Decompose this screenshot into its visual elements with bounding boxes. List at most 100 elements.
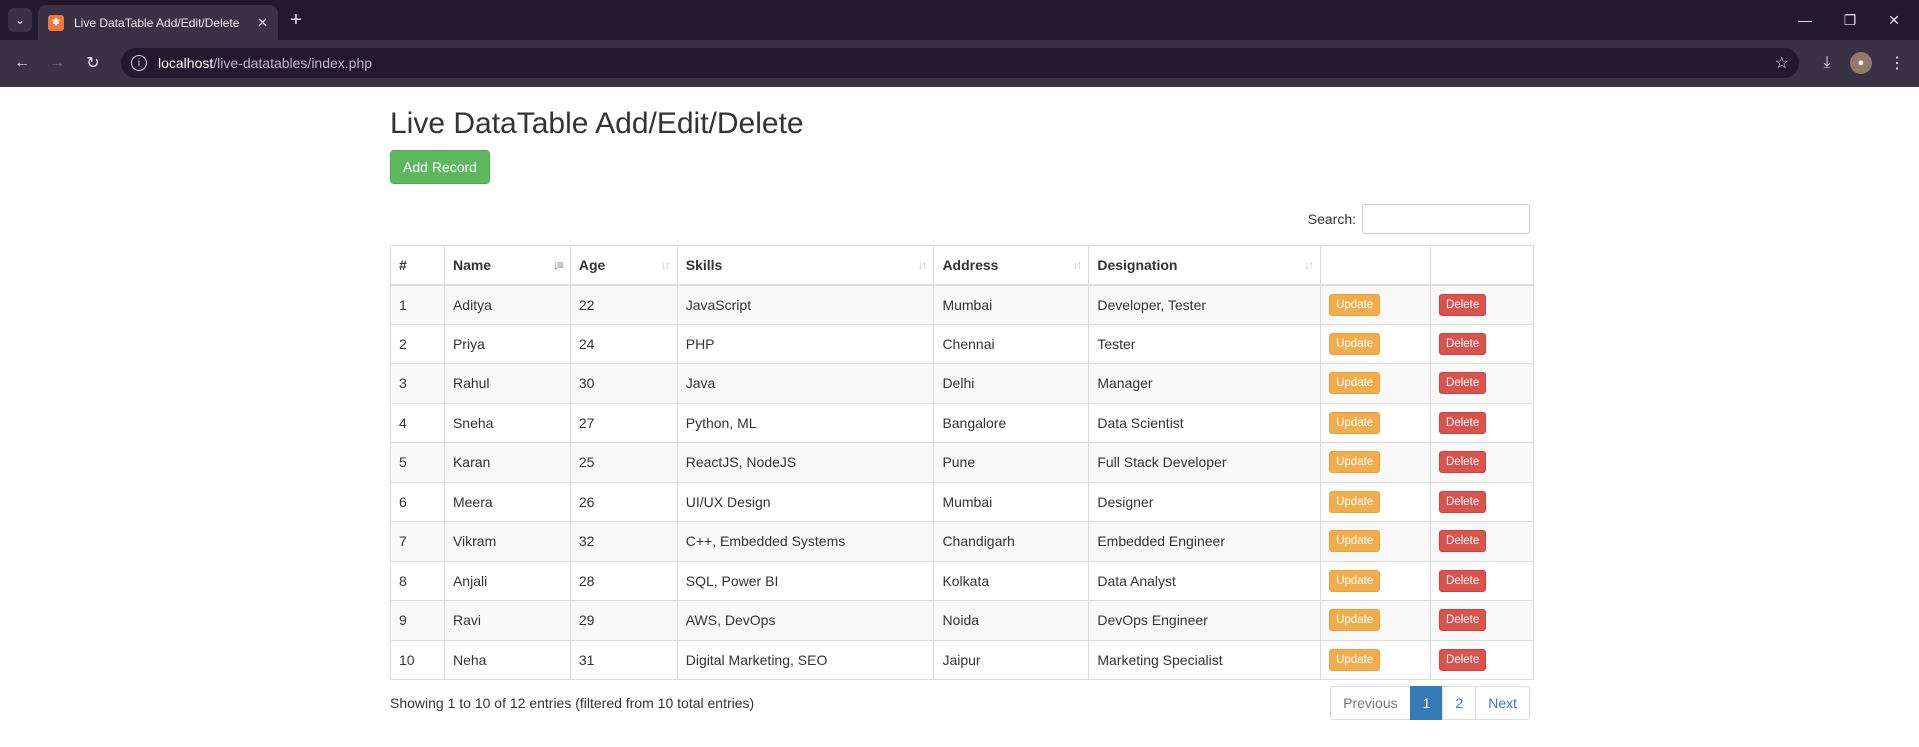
cell-delete: Delete — [1430, 600, 1534, 641]
cell-update: Update — [1320, 363, 1432, 404]
table-row: 4 Sneha 27 Python, ML Bangalore Data Scientis… — [390, 402, 1534, 443]
sort-both-icon: ↓↑ — [660, 258, 671, 272]
delete-button[interactable]: Delete — [1439, 648, 1487, 671]
cell-address: Noida — [933, 600, 1090, 641]
tab-search-chevron-icon[interactable]: ⌄ — [8, 8, 32, 32]
add-record-button[interactable]: Add Record — [390, 150, 490, 184]
new-tab-plus-icon[interactable]: + — [284, 8, 308, 32]
sort-both-icon: ↓↑ — [1304, 258, 1314, 272]
update-button[interactable]: Update — [1329, 530, 1381, 553]
update-button[interactable]: Update — [1329, 451, 1381, 474]
cell-update: Update — [1320, 521, 1432, 562]
delete-button[interactable]: Delete — [1439, 490, 1487, 513]
cell-designation: Full Stack Developer — [1088, 442, 1322, 483]
update-button[interactable]: Update — [1329, 569, 1381, 592]
cell-skills: PHP — [676, 323, 935, 364]
reload-icon[interactable]: ↻ — [80, 50, 106, 76]
cell-age: 22 — [569, 284, 678, 325]
minimize-icon[interactable]: — — [1793, 8, 1817, 32]
pagination-previous[interactable]: Previous — [1330, 686, 1411, 720]
cell-delete: Delete — [1430, 323, 1534, 364]
cell-update: Update — [1320, 323, 1432, 364]
cell-address: Mumbai — [933, 481, 1090, 522]
url-text: localhost/live-datatables/index.php — [158, 55, 372, 71]
browser-tab-bar: ⌄ ✱ Live DataTable Add/Edit/Delete ✕ + —… — [0, 0, 1919, 40]
cell-age: 30 — [569, 363, 678, 404]
pagination-page-1[interactable]: 1 — [1409, 686, 1444, 720]
update-button[interactable]: Update — [1329, 332, 1381, 355]
column-header-skills[interactable]: Skills ↓↑ — [676, 245, 935, 286]
url-host: localhost — [158, 55, 214, 71]
forward-arrow-icon[interactable]: → — [44, 50, 70, 76]
cell-update: Update — [1320, 402, 1432, 443]
column-header-age[interactable]: Age ↓↑ — [569, 245, 678, 286]
cell-update: Update — [1320, 481, 1432, 522]
cell-delete: Delete — [1430, 284, 1534, 325]
cell-delete: Delete — [1430, 521, 1534, 562]
site-info-icon[interactable]: i — [131, 55, 147, 71]
page-title: Live DataTable Add/Edit/Delete — [390, 107, 804, 140]
delete-button[interactable]: Delete — [1439, 530, 1487, 553]
back-arrow-icon[interactable]: ← — [9, 50, 35, 76]
delete-button[interactable]: Delete — [1439, 411, 1487, 434]
cell-name: Neha — [443, 639, 571, 680]
update-button[interactable]: Update — [1329, 372, 1381, 395]
cell-id: 7 — [390, 521, 445, 562]
cell-age: 32 — [569, 521, 678, 562]
update-button[interactable]: Update — [1329, 293, 1381, 316]
update-button[interactable]: Update — [1329, 648, 1381, 671]
pagination-page-2[interactable]: 2 — [1442, 686, 1477, 720]
profile-avatar-icon[interactable]: ● — [1850, 52, 1872, 74]
cell-skills: Digital Marketing, SEO — [676, 639, 935, 680]
download-icon[interactable]: ⤓ — [1814, 50, 1840, 76]
cell-address: Kolkata — [933, 560, 1090, 601]
cell-designation: Data Scientist — [1088, 402, 1322, 443]
delete-button[interactable]: Delete — [1439, 372, 1487, 395]
column-header-designation-label: Designation — [1097, 256, 1178, 273]
table-row: 7 Vikram 32 C++, Embedded Systems Chandigarh… — [390, 521, 1534, 562]
delete-button[interactable]: Delete — [1439, 609, 1487, 632]
column-header-name-label: Name — [452, 256, 492, 273]
update-button[interactable]: Update — [1329, 411, 1381, 434]
cell-address: Bangalore — [933, 402, 1090, 443]
update-button[interactable]: Update — [1329, 609, 1381, 632]
cell-name: Aditya — [443, 284, 571, 325]
cell-delete: Delete — [1430, 442, 1534, 483]
delete-button[interactable]: Delete — [1439, 451, 1487, 474]
cell-id: 3 — [390, 363, 445, 404]
pagination-next[interactable]: Next — [1475, 686, 1530, 720]
cell-update: Update — [1320, 560, 1432, 601]
sort-both-icon: ↓↑ — [1072, 258, 1082, 272]
delete-button[interactable]: Delete — [1439, 569, 1487, 592]
close-window-icon[interactable]: ✕ — [1882, 8, 1906, 32]
table-row: 10 Neha 31 Digital Marketing, SEO Jaipur Mark… — [390, 639, 1534, 680]
search-input[interactable] — [1362, 204, 1530, 234]
cell-name: Rahul — [443, 363, 571, 404]
cell-name: Ravi — [443, 600, 571, 641]
column-header-age-label: Age — [578, 256, 606, 273]
table-row: 3 Rahul 30 Java Delhi Manager Update Delete — [390, 363, 1534, 404]
column-header-designation[interactable]: Designation ↓↑ — [1088, 245, 1322, 286]
column-header-id[interactable]: # — [390, 245, 445, 286]
column-header-address[interactable]: Address ↓↑ — [933, 245, 1090, 286]
update-button[interactable]: Update — [1329, 490, 1381, 513]
table-row: 1 Aditya 22 JavaScript Mumbai Developer, Test… — [390, 284, 1534, 325]
address-bar[interactable]: i localhost/live-datatables/index.php ☆ — [121, 48, 1799, 78]
data-table: # Name ↓≡ Age ↓↑ Skills ↓↑ Address ↓↑ Design… — [390, 245, 1534, 680]
cell-designation: Designer — [1088, 481, 1322, 522]
table-body: 1 Aditya 22 JavaScript Mumbai Developer, Test… — [390, 284, 1534, 680]
cell-id: 6 — [390, 481, 445, 522]
cell-address: Jaipur — [933, 639, 1090, 680]
delete-button[interactable]: Delete — [1439, 293, 1487, 316]
tab-close-icon[interactable]: ✕ — [257, 15, 268, 31]
cell-name: Priya — [443, 323, 571, 364]
browser-toolbar: ← → ↻ i localhost/live-datatables/index.… — [0, 40, 1919, 87]
menu-kebab-icon[interactable]: ⋮ — [1884, 50, 1910, 76]
delete-button[interactable]: Delete — [1439, 332, 1487, 355]
browser-tab[interactable]: ✱ Live DataTable Add/Edit/Delete ✕ — [38, 5, 278, 40]
column-header-name[interactable]: Name ↓≡ — [443, 245, 571, 286]
bookmark-star-icon[interactable]: ☆ — [1775, 53, 1789, 73]
restore-icon[interactable]: ❐ — [1838, 8, 1862, 32]
cell-skills: Python, ML — [676, 402, 935, 443]
table-row: 2 Priya 24 PHP Chennai Tester Update Delete — [390, 323, 1534, 364]
